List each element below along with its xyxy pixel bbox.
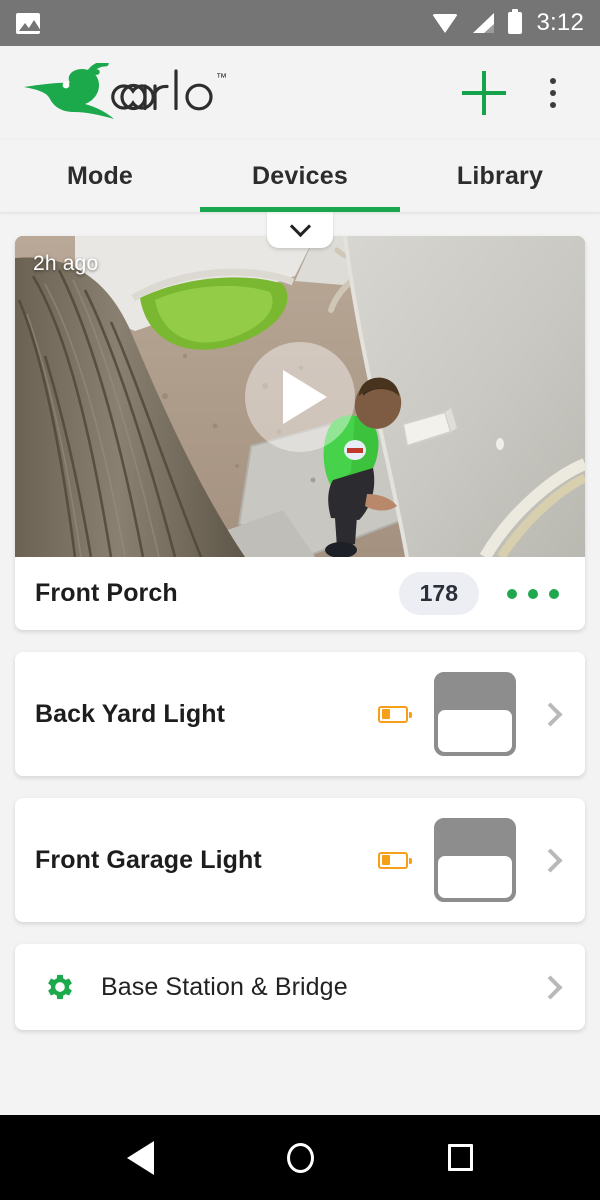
- more-horizontal-icon: [507, 588, 517, 599]
- android-navigation-bar: [0, 1115, 600, 1200]
- status-bar: 3:12: [0, 0, 600, 46]
- app-bar: ™: [0, 46, 600, 140]
- device-row-controls: [378, 672, 565, 756]
- camera-thumbnail[interactable]: 2h ago: [15, 236, 585, 557]
- tab-devices[interactable]: Devices: [200, 140, 400, 212]
- arlo-logo: ™: [22, 63, 237, 123]
- camera-more-button[interactable]: [501, 579, 565, 609]
- status-bar-clock: 3:12: [536, 9, 584, 36]
- chevron-down-icon: [289, 215, 311, 238]
- recents-button[interactable]: [430, 1128, 490, 1188]
- list-item[interactable]: Back Yard Light: [15, 652, 585, 776]
- add-device-button[interactable]: [462, 71, 506, 115]
- chevron-right-icon[interactable]: [538, 701, 563, 727]
- battery-icon: [508, 9, 523, 34]
- svg-text:™: ™: [216, 72, 227, 84]
- toggle-knob: [436, 854, 514, 900]
- low-battery-icon: [378, 851, 412, 869]
- device-name: Front Garage Light: [35, 845, 262, 874]
- app-bar-actions: [462, 71, 578, 115]
- device-card-front-garage-light: Front Garage Light: [15, 798, 585, 922]
- thumbnail-timestamp: 2h ago: [33, 252, 99, 275]
- tab-mode[interactable]: Mode: [0, 140, 200, 212]
- back-icon: [126, 1140, 154, 1175]
- more-vertical-icon: [550, 78, 556, 84]
- toggle-knob: [436, 708, 514, 754]
- recents-icon: [447, 1144, 473, 1171]
- pull-down-handle[interactable]: [267, 212, 333, 248]
- more-vertical-icon: [550, 90, 556, 96]
- recording-count-badge[interactable]: 178: [398, 572, 479, 615]
- more-horizontal-icon: [528, 588, 538, 599]
- camera-card-actions: 178: [398, 572, 565, 615]
- more-vertical-icon: [550, 102, 556, 108]
- device-list: 2h ago Front Porch 178 Back Yard Light F…: [0, 212, 600, 1115]
- chevron-right-icon[interactable]: [538, 974, 563, 1000]
- chevron-right-icon[interactable]: [538, 847, 563, 873]
- play-icon[interactable]: [245, 341, 355, 452]
- camera-name: Front Porch: [35, 579, 178, 607]
- tab-bar: Mode Devices Library: [0, 140, 600, 212]
- cellular-signal-icon: [472, 13, 495, 33]
- wifi-icon: [432, 13, 459, 33]
- base-station-label: Base Station & Bridge: [101, 972, 348, 1001]
- gear-icon: [43, 970, 77, 1004]
- list-item[interactable]: Front Garage Light: [15, 798, 585, 922]
- status-bar-left: [16, 12, 40, 34]
- app-screen: 3:12 ™ Mode Devices Library 2h ago Front…: [0, 0, 600, 1200]
- list-item[interactable]: Base Station & Bridge: [15, 944, 585, 1030]
- image-icon: [16, 12, 40, 34]
- overflow-menu-button[interactable]: [538, 73, 568, 113]
- more-horizontal-icon: [549, 588, 559, 599]
- camera-card: 2h ago Front Porch 178: [15, 236, 585, 630]
- device-row-controls: [378, 818, 565, 902]
- camera-card-footer: Front Porch 178: [15, 557, 585, 630]
- home-button[interactable]: [270, 1128, 330, 1188]
- light-power-toggle[interactable]: [434, 672, 516, 756]
- base-station-card: Base Station & Bridge: [15, 944, 585, 1030]
- status-bar-right: 3:12: [432, 9, 584, 37]
- device-card-back-yard-light: Back Yard Light: [15, 652, 585, 776]
- home-icon: [286, 1142, 314, 1173]
- device-name: Back Yard Light: [35, 699, 225, 728]
- back-button[interactable]: [110, 1128, 170, 1188]
- tab-library[interactable]: Library: [400, 140, 600, 212]
- light-power-toggle[interactable]: [434, 818, 516, 902]
- low-battery-icon: [378, 705, 412, 723]
